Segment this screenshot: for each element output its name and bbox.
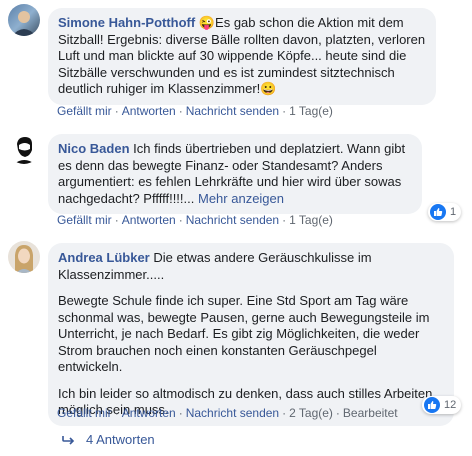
show-more-link[interactable]: Mehr anzeigen bbox=[198, 191, 284, 206]
avatar-simone[interactable] bbox=[8, 4, 40, 36]
timestamp[interactable]: 2 Tag(e) bbox=[289, 406, 333, 420]
thumbs-up-icon bbox=[430, 204, 446, 220]
comment-author[interactable]: Nico Baden bbox=[58, 141, 130, 156]
reaction-count: 12 bbox=[444, 399, 457, 411]
edited-label: Bearbeitet bbox=[342, 406, 398, 420]
timestamp[interactable]: 1 Tag(e) bbox=[289, 104, 333, 118]
person-drawing-icon bbox=[14, 137, 35, 164]
comment-bubble: Nico Baden Ich finds übertrieben und dep… bbox=[48, 134, 422, 214]
comment-actions: Gefällt mir · Antworten · Nachricht senden · 2… bbox=[57, 406, 398, 420]
comment-author[interactable]: Simone Hahn-Potthoff bbox=[58, 15, 195, 30]
like-link[interactable]: Gefällt mir bbox=[57, 213, 112, 227]
tongue-emoji: 😜 bbox=[198, 15, 216, 30]
comment-bubble: Andrea Lübker Die etwas andere Geräuschk… bbox=[48, 243, 454, 426]
reply-arrow-icon bbox=[62, 435, 75, 445]
like-link[interactable]: Gefällt mir bbox=[57, 406, 112, 420]
smile-emoji: 😀 bbox=[260, 81, 277, 96]
reply-link[interactable]: Antworten bbox=[122, 213, 176, 227]
person-photo-icon bbox=[12, 11, 36, 36]
reaction-summary[interactable]: 1 bbox=[428, 203, 462, 221]
comment-bubble: Simone Hahn-Potthoff 😜Es gab schon die A… bbox=[48, 8, 436, 105]
message-link[interactable]: Nachricht senden bbox=[186, 213, 279, 227]
like-link[interactable]: Gefällt mir bbox=[57, 104, 112, 118]
avatar-andrea[interactable] bbox=[8, 241, 40, 273]
comment-author[interactable]: Andrea Lübker bbox=[58, 250, 150, 265]
avatar-nico[interactable] bbox=[8, 132, 40, 164]
timestamp[interactable]: 1 Tag(e) bbox=[289, 213, 333, 227]
replies-count: 4 Antworten bbox=[86, 432, 155, 447]
message-link[interactable]: Nachricht senden bbox=[186, 406, 279, 420]
reply-link[interactable]: Antworten bbox=[122, 104, 176, 118]
reaction-count: 1 bbox=[450, 206, 457, 218]
reply-link[interactable]: Antworten bbox=[122, 406, 176, 420]
thumbs-up-icon bbox=[424, 397, 440, 413]
message-link[interactable]: Nachricht senden bbox=[186, 104, 279, 118]
view-replies-link[interactable]: 4 Antworten bbox=[62, 432, 155, 447]
comment-paragraph: Bewegte Schule finde ich super. Eine Std… bbox=[58, 293, 430, 374]
reaction-summary[interactable]: 12 bbox=[422, 396, 462, 414]
comment-actions: Gefällt mir · Antworten · Nachricht senden · 1… bbox=[57, 104, 333, 118]
person-photo-icon bbox=[15, 245, 33, 273]
comment-actions: Gefällt mir · Antworten · Nachricht senden · 1… bbox=[57, 213, 333, 227]
